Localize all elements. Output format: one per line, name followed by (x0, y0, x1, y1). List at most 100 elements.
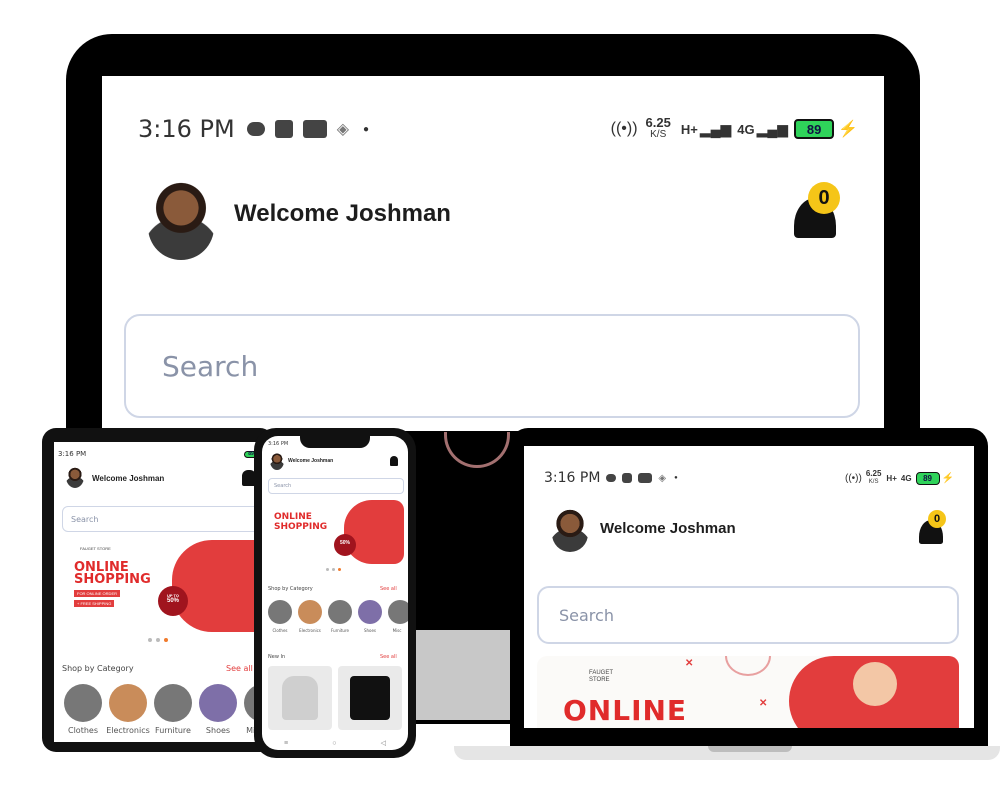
close-decor-icon: ✕ (759, 698, 768, 709)
category-electronics-icon[interactable] (298, 600, 322, 624)
search-input[interactable]: Search (62, 506, 262, 532)
category-label: Clothes (68, 726, 98, 735)
see-all-link[interactable]: See all (380, 586, 397, 592)
see-all-link[interactable]: See all (226, 664, 253, 673)
notification-bell-icon[interactable] (390, 456, 398, 466)
phone-screen: 3:16 PM Welcome Joshman Search ONLINE SH… (262, 436, 408, 750)
tablet-screen: 3:16 PM 89 Welcome Joshman Search FAUGET… (54, 442, 264, 742)
signal-icon: H+ (680, 121, 698, 137)
message-icon (606, 474, 617, 482)
tag-order: FOR ONLINE ORDER (74, 590, 121, 597)
product-card-hoodie[interactable] (268, 666, 332, 730)
category-label: Shoes (363, 628, 377, 633)
status-time: 3:16 PM (544, 470, 601, 486)
back-icon[interactable]: ◁ (381, 739, 386, 747)
laptop-notch (708, 746, 792, 752)
category-shoes-icon[interactable] (358, 600, 382, 624)
category-title: Shop by Category (62, 664, 134, 673)
laptop-screen: 3:16 PM ◈ ● ((•)) 6.25 K/S H+ 4G 89 ⚡ We… (524, 446, 974, 728)
status-time: 3:16 PM (58, 450, 87, 458)
new-in-title: New In (268, 654, 286, 660)
speed-indicator: 6.25 K/S (645, 115, 671, 140)
category-furniture-icon[interactable] (328, 600, 352, 624)
category-label: Furniture (155, 726, 191, 735)
notification-bell-icon[interactable]: 0 (918, 510, 948, 546)
carousel-dot[interactable] (156, 638, 160, 642)
signal-icon-2: 4G (737, 121, 755, 137)
category-label: Electronics (106, 726, 150, 735)
notification-badge: 0 (808, 182, 840, 214)
avatar[interactable] (270, 452, 284, 470)
carousel-dot[interactable] (332, 568, 335, 571)
category-clothes-icon[interactable] (64, 684, 102, 722)
discount-badge: UP TO 50% (158, 586, 188, 616)
promo-banner[interactable]: ONLINE SHOPPING 50% (268, 500, 404, 564)
app-icon (622, 473, 633, 483)
battery-icon: 89 (794, 119, 835, 139)
avatar[interactable] (148, 176, 214, 260)
speed-indicator: 6.25 K/S (865, 469, 882, 486)
category-title: Shop by Category (268, 586, 313, 592)
product-card-tshirt[interactable] (338, 666, 402, 730)
hoodie-icon (282, 676, 318, 720)
close-decor-icon: ✕ (685, 658, 694, 669)
category-misc-icon[interactable] (388, 600, 408, 624)
banner-decor (725, 656, 771, 676)
search-input[interactable]: Search (124, 314, 860, 418)
status-time: 3:16 PM (268, 441, 289, 447)
status-bar: 3:16 PM ◈ ● ((•)) 6.25 K/S H+ ▂▄▆ 4G ▂▄▆… (138, 114, 858, 144)
carousel-dot[interactable] (338, 568, 341, 571)
category-label: Misc (392, 628, 402, 633)
carousel-dot[interactable] (326, 568, 329, 571)
notification-bell-icon[interactable]: 0 (792, 182, 842, 244)
avatar[interactable] (552, 506, 588, 552)
headline-shopping: SHOPPING (274, 522, 328, 532)
avatar[interactable] (66, 466, 84, 488)
app-icon (274, 120, 293, 138)
notification-badge: 0 (928, 510, 946, 528)
promo-banner[interactable]: ✕ ✕ FAUGET STORE ONLINE (537, 656, 959, 728)
welcome-title: Welcome Joshman (288, 458, 334, 464)
headline-online: ONLINE (563, 694, 688, 727)
app-icon-2 (302, 120, 327, 138)
tag-shipping: + FREE SHIPPING (74, 600, 115, 607)
store-name: FAUGET STORE (589, 670, 613, 683)
category-label: Electronics (299, 628, 321, 633)
notification-dot-icon: ● (363, 123, 370, 135)
monitor-stand (400, 630, 520, 720)
see-all-link[interactable]: See all (380, 654, 397, 660)
phone-notch (300, 436, 370, 448)
category-furniture-icon[interactable] (154, 684, 192, 722)
search-input[interactable]: Search (268, 478, 404, 494)
signal-icon: H+ (886, 473, 897, 483)
charging-icon: ⚡ (838, 121, 858, 138)
category-shoes-icon[interactable] (199, 684, 237, 722)
category-clothes-icon[interactable] (268, 600, 292, 624)
welcome-title: Welcome Joshman (234, 200, 451, 227)
charging-icon: ⚡ (941, 472, 954, 484)
welcome-title: Welcome Joshman (92, 474, 165, 483)
message-icon (246, 122, 265, 136)
hotspot-icon: ((•)) (845, 472, 862, 484)
signal-icon-2: 4G (900, 473, 912, 483)
search-input[interactable]: Search (537, 586, 959, 644)
menu-icon[interactable]: ≡ (284, 740, 288, 747)
nav-bar: ≡ ○ ◁ (262, 736, 408, 750)
carousel-dot[interactable] (164, 638, 168, 642)
carousel-dot[interactable] (148, 638, 152, 642)
category-electronics-icon[interactable] (109, 684, 147, 722)
diamond-icon: ◈ (658, 472, 667, 484)
monitor-screen: 3:16 PM ◈ ● ((•)) 6.25 K/S H+ ▂▄▆ 4G ▂▄▆… (102, 76, 884, 431)
home-icon[interactable]: ○ (332, 740, 336, 747)
notification-dot-icon: ● (674, 475, 678, 481)
tshirt-icon (350, 676, 390, 720)
headline-online: ONLINE (274, 512, 312, 522)
promo-banner[interactable]: FAUGET STORE ONLINE SHOPPING FOR ONLINE … (62, 540, 264, 632)
status-time: 3:16 PM (138, 115, 235, 143)
store-name: FAUGET STORE (80, 546, 111, 551)
status-bar: 3:16 PM 89 (58, 448, 258, 460)
headline-shopping: SHOPPING (74, 572, 151, 587)
app-icon-2 (638, 473, 653, 483)
category-label: Furniture (331, 628, 349, 633)
signal-bars-icon: ▂▄▆ (699, 120, 732, 137)
